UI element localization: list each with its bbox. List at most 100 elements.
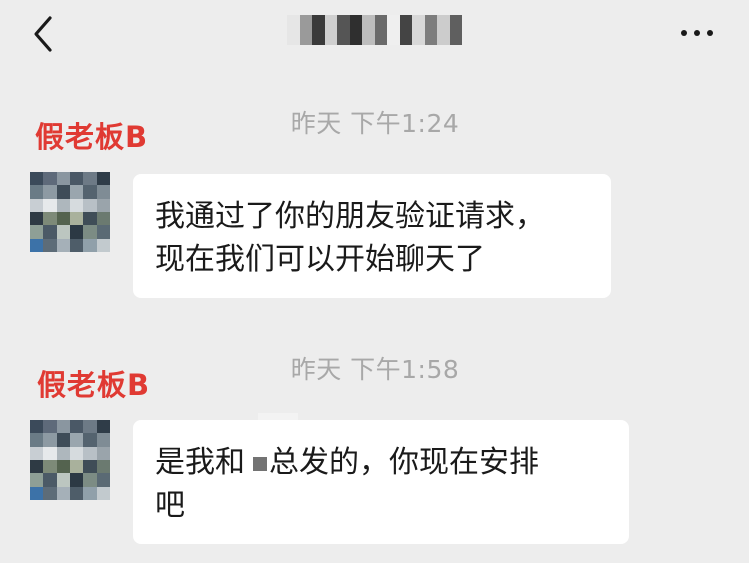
title-blur-pixel — [362, 15, 375, 45]
avatar-pixel — [43, 198, 57, 212]
avatar[interactable] — [30, 420, 110, 500]
avatar-pixel — [96, 420, 110, 434]
avatar-pixel — [43, 473, 57, 487]
title-blur-pixel — [399, 15, 412, 45]
message-bubble[interactable]: 我通过了你的朋友验证请求， 现在我们可以开始聊天了 — [133, 174, 611, 298]
avatar-pixel — [56, 238, 70, 252]
title-blur-pixel — [412, 15, 425, 45]
avatar-pixel — [30, 486, 44, 500]
title-blur-pixel — [424, 15, 437, 45]
avatar[interactable] — [30, 172, 110, 252]
avatar-pixel — [83, 172, 97, 186]
avatar-pixel — [30, 185, 44, 199]
avatar-pixel — [43, 420, 57, 434]
avatar-pixel — [96, 459, 110, 474]
message-text-line: 是我和 总发的，你现在安排 — [155, 441, 607, 484]
title-blur-pixel — [437, 15, 450, 45]
avatar-pixel — [69, 420, 84, 434]
avatar-pixel — [43, 446, 57, 460]
back-button[interactable] — [26, 14, 60, 54]
avatar-pixel — [69, 198, 84, 212]
avatar-pixel — [96, 486, 110, 500]
avatar-pixel — [96, 185, 110, 199]
avatar-pixel — [43, 238, 57, 252]
avatar-pixel — [83, 473, 97, 487]
title-blur-pixel — [337, 15, 350, 45]
avatar-pixel — [43, 433, 57, 447]
title-blur-pixel — [349, 15, 362, 45]
title-blur-pixel — [324, 15, 337, 45]
avatar-pixel — [56, 420, 70, 434]
avatar-pixel — [30, 225, 44, 239]
avatar-pixel — [43, 185, 57, 199]
sender-name: 假老板B — [37, 368, 151, 402]
avatar-pixel — [30, 198, 44, 212]
avatar-pixel — [30, 446, 44, 460]
avatar-pixel — [30, 172, 44, 186]
avatar-pixel — [83, 225, 97, 239]
avatar-pixel — [96, 433, 110, 447]
avatar-pixel — [43, 211, 57, 226]
avatar-pixel — [56, 185, 70, 199]
avatar-pixel — [96, 446, 110, 460]
avatar-pixel — [56, 198, 70, 212]
avatar-pixel — [43, 486, 57, 500]
avatar-pixel — [69, 446, 84, 460]
avatar-pixel — [30, 433, 44, 447]
avatar-pixel — [69, 433, 84, 447]
avatar-pixel — [83, 420, 97, 434]
avatar-pixel — [43, 225, 57, 239]
avatar-pixel — [96, 238, 110, 252]
avatar-pixel — [83, 185, 97, 199]
avatar-pixel — [83, 459, 97, 474]
chat-title-redacted — [287, 15, 462, 45]
avatar-pixel — [83, 486, 97, 500]
avatar-pixel — [96, 198, 110, 212]
message-text-line: 我通过了你的朋友验证请求， — [155, 199, 545, 234]
avatar-pixel — [56, 433, 70, 447]
more-options-button[interactable] — [672, 20, 722, 46]
avatar-pixel — [83, 446, 97, 460]
avatar-pixel — [69, 185, 84, 199]
avatar-pixel — [96, 225, 110, 239]
avatar-pixel — [83, 433, 97, 447]
title-blur-pixel — [374, 15, 387, 45]
avatar-pixel — [30, 459, 44, 474]
avatar-pixel — [56, 172, 70, 186]
avatar-pixel — [69, 225, 84, 239]
avatar-pixel — [56, 446, 70, 460]
avatar-pixel — [83, 211, 97, 226]
avatar-pixel — [56, 211, 70, 226]
avatar-pixel — [69, 473, 84, 487]
redacted-name — [253, 456, 267, 471]
title-blur-pixel — [387, 15, 400, 45]
avatar-pixel — [69, 211, 84, 226]
avatar-pixel — [56, 486, 70, 500]
title-blur-pixel — [287, 15, 300, 45]
avatar-pixel — [96, 211, 110, 226]
chevron-left-icon — [34, 16, 52, 52]
message-text-fragment: 总发的，你现在安排 — [269, 445, 539, 480]
title-blur-pixel — [312, 15, 325, 45]
message-text-line: 吧 — [155, 488, 185, 523]
avatar-pixel — [30, 420, 44, 434]
avatar-pixel — [43, 459, 57, 474]
avatar-pixel — [96, 172, 110, 186]
avatar-pixel — [69, 459, 84, 474]
title-blur-pixel — [449, 15, 462, 45]
message-text-fragment: 是我和 — [155, 445, 245, 480]
title-blur-pixel — [299, 15, 312, 45]
avatar-pixel — [30, 473, 44, 487]
message-bubble[interactable]: 是我和 总发的，你现在安排 吧 — [133, 420, 629, 544]
message-text-line: 现在我们可以开始聊天了 — [155, 242, 485, 277]
avatar-pixel — [30, 238, 44, 252]
avatar-pixel — [83, 198, 97, 212]
avatar-pixel — [83, 238, 97, 252]
avatar-pixel — [69, 172, 84, 186]
avatar-pixel — [96, 473, 110, 487]
avatar-pixel — [43, 172, 57, 186]
avatar-pixel — [69, 238, 84, 252]
chat-header — [0, 0, 749, 70]
sender-name: 假老板B — [35, 120, 149, 154]
avatar-pixel — [56, 225, 70, 239]
